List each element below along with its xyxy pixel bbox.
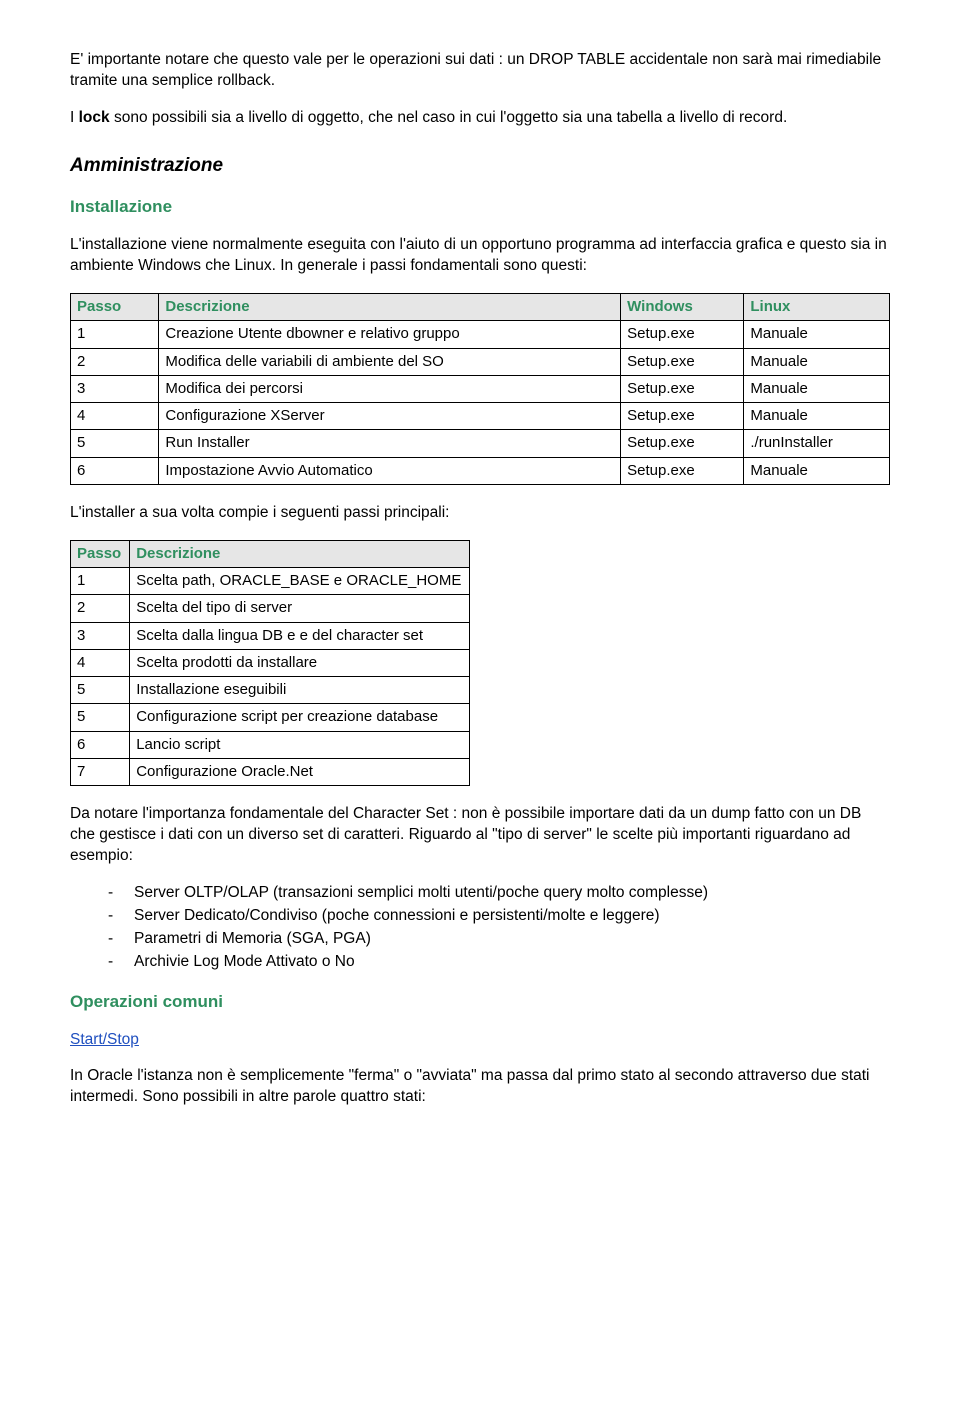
paragraph-lock: I lock sono possibili sia a livello di o…	[70, 108, 890, 129]
link-start-stop[interactable]: Start/Stop	[70, 1031, 139, 1048]
table-row: 6Impostazione Avvio AutomaticoSetup.exeM…	[71, 457, 890, 484]
table-row: 6Lancio script	[71, 731, 470, 758]
cell: Scelta dalla lingua DB e e del character…	[130, 622, 470, 649]
table-row: 1Creazione Utente dbowner e relativo gru…	[71, 321, 890, 348]
col-passo: Passo	[71, 540, 130, 567]
paragraph-charset: Da notare l'importanza fondamentale del …	[70, 804, 890, 867]
cell: 7	[71, 758, 130, 785]
list-item: Parametri di Memoria (SGA, PGA)	[108, 929, 890, 950]
table-row: 5Installazione eseguibili	[71, 677, 470, 704]
cell: Modifica delle variabili di ambiente del…	[159, 348, 621, 375]
table-installer-substeps: Passo Descrizione 1Scelta path, ORACLE_B…	[70, 540, 470, 786]
cell: Setup.exe	[621, 457, 744, 484]
cell: Creazione Utente dbowner e relativo grup…	[159, 321, 621, 348]
cell: Setup.exe	[621, 403, 744, 430]
cell: Setup.exe	[621, 348, 744, 375]
table-install-steps: Passo Descrizione Windows Linux 1Creazio…	[70, 293, 890, 485]
paragraph-installer-steps: L'installer a sua volta compie i seguent…	[70, 503, 890, 524]
paragraph-states: In Oracle l'istanza non è semplicemente …	[70, 1066, 890, 1108]
cell: 5	[71, 704, 130, 731]
cell: 3	[71, 622, 130, 649]
text: I	[70, 109, 79, 126]
cell: Manuale	[744, 457, 890, 484]
table-row: 4Configurazione XServerSetup.exeManuale	[71, 403, 890, 430]
cell: Setup.exe	[621, 375, 744, 402]
cell: Configurazione Oracle.Net	[130, 758, 470, 785]
heading-operazioni-comuni: Operazioni comuni	[70, 991, 890, 1014]
table-row: 2Modifica delle variabili di ambiente de…	[71, 348, 890, 375]
paragraph-drop-table: E' importante notare che questo vale per…	[70, 50, 890, 92]
cell: 1	[71, 321, 159, 348]
link-start-stop-wrap: Start/Stop	[70, 1030, 890, 1051]
cell: Manuale	[744, 375, 890, 402]
table-header-row: Passo Descrizione Windows Linux	[71, 294, 890, 321]
cell: 4	[71, 649, 130, 676]
cell: 6	[71, 457, 159, 484]
list-item: Server Dedicato/Condiviso (poche conness…	[108, 906, 890, 927]
bold-lock: lock	[79, 109, 110, 126]
table-row: 4Scelta prodotti da installare	[71, 649, 470, 676]
cell: Configurazione script per creazione data…	[130, 704, 470, 731]
cell: Scelta prodotti da installare	[130, 649, 470, 676]
cell: Setup.exe	[621, 430, 744, 457]
cell: Modifica dei percorsi	[159, 375, 621, 402]
cell: Manuale	[744, 403, 890, 430]
cell: 2	[71, 348, 159, 375]
table-header-row: Passo Descrizione	[71, 540, 470, 567]
cell: Manuale	[744, 348, 890, 375]
cell: 5	[71, 430, 159, 457]
list-server-choices: Server OLTP/OLAP (transazioni semplici m…	[70, 883, 890, 973]
col-descrizione: Descrizione	[159, 294, 621, 321]
list-item: Server OLTP/OLAP (transazioni semplici m…	[108, 883, 890, 904]
col-descrizione: Descrizione	[130, 540, 470, 567]
cell: 2	[71, 595, 130, 622]
cell: Setup.exe	[621, 321, 744, 348]
cell: 3	[71, 375, 159, 402]
col-passo: Passo	[71, 294, 159, 321]
cell: 4	[71, 403, 159, 430]
cell: Run Installer	[159, 430, 621, 457]
cell: Configurazione XServer	[159, 403, 621, 430]
cell: 6	[71, 731, 130, 758]
cell: ./runInstaller	[744, 430, 890, 457]
cell: Scelta path, ORACLE_BASE e ORACLE_HOME	[130, 568, 470, 595]
heading-installazione: Installazione	[70, 196, 890, 219]
heading-amministrazione: Amministrazione	[70, 153, 890, 179]
cell: Scelta del tipo di server	[130, 595, 470, 622]
col-linux: Linux	[744, 294, 890, 321]
col-windows: Windows	[621, 294, 744, 321]
table-row: 7Configurazione Oracle.Net	[71, 758, 470, 785]
cell: Manuale	[744, 321, 890, 348]
table-row: 3Modifica dei percorsiSetup.exeManuale	[71, 375, 890, 402]
table-row: 3Scelta dalla lingua DB e e del characte…	[71, 622, 470, 649]
table-row: 5Run InstallerSetup.exe./runInstaller	[71, 430, 890, 457]
cell: 5	[71, 677, 130, 704]
cell: 1	[71, 568, 130, 595]
list-item: Archivie Log Mode Attivato o No	[108, 952, 890, 973]
cell: Impostazione Avvio Automatico	[159, 457, 621, 484]
cell: Lancio script	[130, 731, 470, 758]
table-row: 5Configurazione script per creazione dat…	[71, 704, 470, 731]
table-row: 2Scelta del tipo di server	[71, 595, 470, 622]
cell: Installazione eseguibili	[130, 677, 470, 704]
text: sono possibili sia a livello di oggetto,…	[110, 109, 788, 126]
table-row: 1Scelta path, ORACLE_BASE e ORACLE_HOME	[71, 568, 470, 595]
paragraph-install-intro: L'installazione viene normalmente esegui…	[70, 235, 890, 277]
